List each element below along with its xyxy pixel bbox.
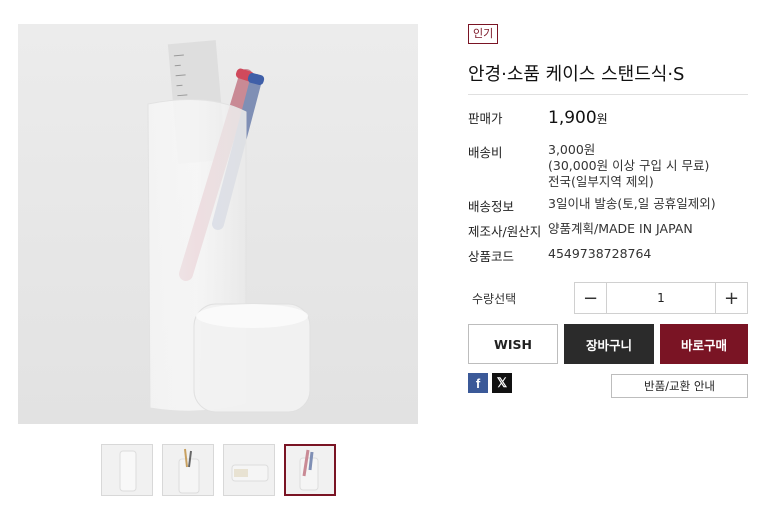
popular-badge: 인기 [468, 24, 499, 44]
quantity-increase-button[interactable]: + [715, 283, 747, 313]
price-label: 판매가 [468, 111, 503, 126]
thumbnail-1[interactable] [101, 444, 153, 496]
shipping-value: 3,000원 (30,000원 이상 구입 시 무료) 전국(일부지역 제외) [548, 142, 709, 190]
delivery-label: 배송정보 [468, 199, 515, 214]
thumbnail-3[interactable] [223, 444, 275, 496]
quantity-label: 수량선택 [472, 292, 517, 306]
shipping-area: 전국(일부지역 제외) [548, 174, 654, 189]
main-product-image [18, 24, 418, 424]
product-photo [147, 40, 311, 413]
code-row: 상품코드 4549738728764 [468, 246, 651, 265]
quantity-stepper: − 1 + [574, 282, 748, 314]
shipping-row: 배송비 3,000원 (30,000원 이상 구입 시 무료) 전국(일부지역 … [468, 142, 709, 190]
x-icon[interactable]: 𝕏 [492, 373, 512, 393]
maker-label: 제조사/원산지 [468, 224, 542, 239]
code-value: 4549738728764 [548, 246, 652, 261]
thumbnail-strip [101, 444, 336, 496]
return-exchange-info-button[interactable]: 반품/교환 안내 [611, 374, 748, 398]
buy-now-button[interactable]: 바로구매 [660, 324, 748, 364]
thumbnail-2[interactable] [162, 444, 214, 496]
wish-button[interactable]: WISH [468, 324, 558, 364]
code-label: 상품코드 [468, 249, 515, 264]
shipping-label: 배송비 [468, 145, 503, 160]
maker-value: 양품계획/MADE IN JAPAN [548, 221, 693, 236]
product-title: 안경·소품 케이스 스탠드식·S [468, 64, 685, 85]
maker-row: 제조사/원산지 양품계획/MADE IN JAPAN [468, 221, 693, 240]
thumbnail-4[interactable] [284, 444, 336, 496]
price-value: 1,900원 [548, 110, 608, 127]
delivery-value: 3일이내 발송(토,일 공휴일제외) [548, 196, 716, 211]
facebook-icon[interactable]: f [468, 373, 488, 393]
add-to-cart-button[interactable]: 장바구니 [564, 324, 654, 364]
title-divider [468, 94, 748, 95]
quantity-decrease-button[interactable]: − [575, 283, 607, 313]
quantity-input[interactable]: 1 [607, 283, 715, 313]
price-row: 판매가 1,900원 [468, 108, 608, 127]
price-number: 1,900 [548, 108, 597, 128]
shipping-free-condition: (30,000원 이상 구입 시 무료) [548, 158, 710, 173]
delivery-row: 배송정보 3일이내 발송(토,일 공휴일제외) [468, 196, 716, 215]
shipping-fee: 3,000원 [548, 142, 596, 157]
price-unit: 원 [596, 112, 608, 126]
share-icons: f 𝕏 [468, 373, 512, 393]
